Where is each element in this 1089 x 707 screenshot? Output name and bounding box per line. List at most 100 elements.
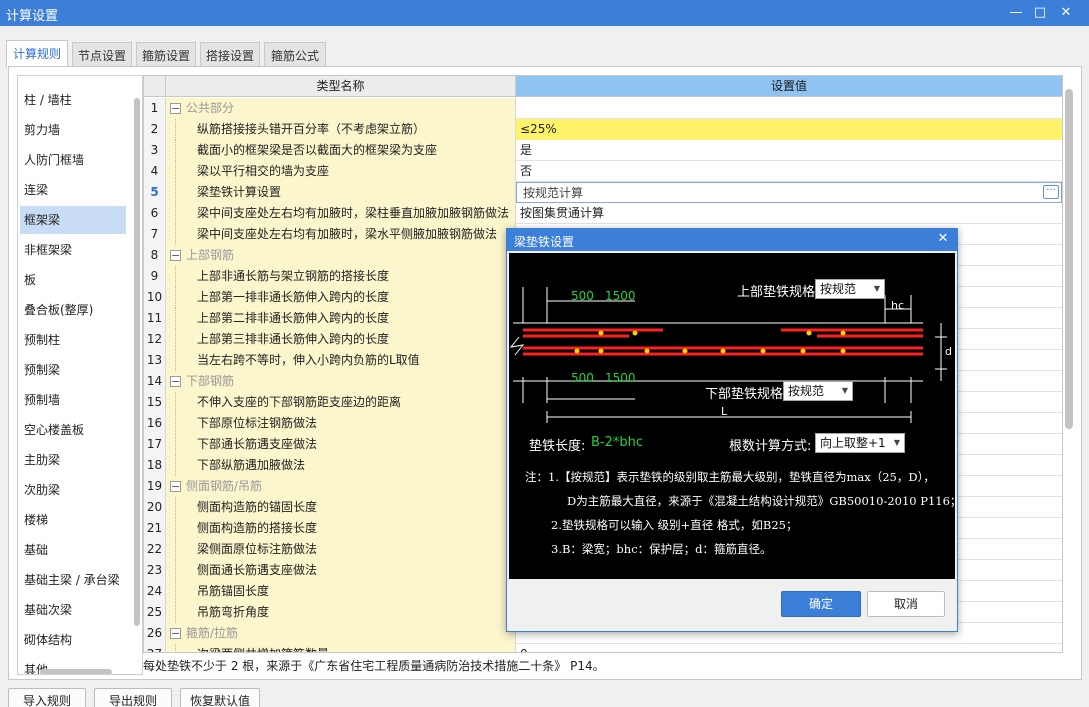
count-method-value: 向上取整+1 — [820, 436, 886, 450]
tab-lap-settings[interactable]: 搭接设置 — [200, 42, 260, 66]
restore-defaults-button[interactable]: 恢复默认值 — [180, 688, 260, 707]
note-line-2: D为主筋最大直径，来源于《混凝土结构设计规范》GB50010-2010 P116… — [567, 494, 955, 508]
list-item[interactable]: 柱 / 墙柱 — [20, 86, 126, 114]
list-item[interactable]: 基础 — [20, 536, 126, 564]
list-item[interactable]: 基础次梁 — [20, 596, 126, 624]
import-rules-button[interactable]: 导入规则 — [8, 688, 86, 707]
column-header-type-name[interactable]: 类型名称 — [166, 76, 516, 97]
left-break — [509, 336, 525, 356]
more-options-button[interactable]: ··· — [1043, 185, 1059, 199]
list-vertical-scrollbar[interactable] — [134, 98, 140, 626]
pad-dot — [598, 330, 604, 336]
setting-value: 按规范计算 — [523, 186, 584, 200]
type-name-label: 侧面构造筋的搭接长度 — [197, 521, 318, 535]
column-header-value[interactable]: 设置值 — [516, 76, 1062, 97]
tab-stirrup-formula[interactable]: 箍筋公式 — [264, 42, 326, 66]
ok-button[interactable]: 确定 — [781, 591, 861, 617]
top-spec-select[interactable]: 按规范 ▼ — [815, 279, 885, 299]
collapse-icon[interactable]: − — [170, 628, 181, 639]
component-list: 柱 / 墙柱 剪力墙 人防门框墙 连梁 框架梁 非框架梁 板 叠合板(整厚) 预… — [17, 75, 143, 675]
row-number: 22 — [144, 539, 166, 560]
tree-guide-line — [175, 224, 176, 245]
setting-value-cell[interactable]: 按规范计算 ··· — [516, 182, 1062, 203]
list-item[interactable]: 预制柱 — [20, 326, 126, 354]
table-row[interactable]: 4 梁以平行相交的墙为支座 否 — [144, 161, 1062, 182]
list-item[interactable]: 人防门框墙 — [20, 146, 126, 174]
table-row[interactable]: 27 次梁两侧共增加箍筋数量 0 — [144, 644, 1062, 652]
table-row[interactable]: 2 纵筋搭接接头错开百分率（不考虑架立筋） ≤25% — [144, 119, 1062, 140]
tree-guide-line — [175, 539, 176, 560]
type-name-label: 梁以平行相交的墙为支座 — [197, 164, 330, 178]
setting-value: 否 — [520, 164, 533, 178]
tree-guide-line — [175, 140, 176, 161]
tree-guide-line — [175, 287, 176, 308]
type-name-cell: 当左右跨不等时，伸入小跨内负筋的L取值 — [166, 350, 516, 371]
type-name-label: 纵筋搭接接头错开百分率（不考虑架立筋） — [197, 122, 426, 136]
type-name-cell: 梁以平行相交的墙为支座 — [166, 161, 516, 182]
grid-vertical-scrollbar[interactable] — [1065, 89, 1073, 429]
row-number: 20 — [144, 497, 166, 518]
list-item[interactable]: 空心楼盖板 — [20, 416, 126, 444]
table-row[interactable]: 3 截面小的框架梁是否以截面大的框架梁为支座 是 — [144, 140, 1062, 161]
table-group-row[interactable]: 1− 公共部分 — [144, 98, 1062, 119]
collapse-icon[interactable]: − — [170, 250, 181, 261]
tab-stirrup-settings[interactable]: 箍筋设置 — [136, 42, 196, 66]
note-line-1: 注：1.【按规范】表示垫铁的级别取主筋最大级别，垫铁直径为max（25，D）， — [525, 470, 935, 484]
list-item[interactable]: 连梁 — [20, 176, 126, 204]
tree-guide-line — [175, 203, 176, 224]
tree-guide-line — [175, 455, 176, 476]
maximize-button[interactable]: □ — [1030, 3, 1050, 23]
list-item[interactable]: 非框架梁 — [20, 236, 126, 264]
list-item[interactable]: 预制墙 — [20, 386, 126, 414]
close-button[interactable]: ✕ — [1056, 3, 1076, 23]
collapse-icon[interactable]: − — [170, 481, 181, 492]
setting-value-cell[interactable] — [516, 98, 1062, 119]
export-rules-button[interactable]: 导出规则 — [94, 688, 172, 707]
setting-hint: 每处垫铁不少于 2 根，来源于《广东省住宅工程质量通病防治技术措施二十条》 P1… — [143, 659, 605, 673]
type-name-label: 吊筋弯折角度 — [197, 605, 270, 619]
table-row[interactable]: 6 梁中间支座处左右均有加腋时，梁柱垂直加腋加腋钢筋做法 按图集贯通计算 — [144, 203, 1062, 224]
setting-value-cell[interactable]: 是 — [516, 140, 1062, 161]
setting-value-cell[interactable]: 否 — [516, 161, 1062, 182]
setting-value-cell[interactable]: 0 — [516, 644, 1062, 652]
pad-dot — [840, 330, 846, 336]
tree-guide-line — [175, 434, 176, 455]
list-item[interactable]: 楼梯 — [20, 506, 126, 534]
list-item[interactable]: 剪力墙 — [20, 116, 126, 144]
list-item[interactable]: 主肋梁 — [20, 446, 126, 474]
setting-value-cell[interactable]: ≤25% — [516, 119, 1062, 140]
list-item-selected[interactable]: 框架梁 — [20, 206, 126, 234]
collapse-icon[interactable]: − — [170, 103, 181, 114]
minimize-button[interactable]: — — [1006, 3, 1026, 23]
row-number: 24 — [144, 581, 166, 602]
type-name-cell: 侧面构造筋的搭接长度 — [166, 518, 516, 539]
type-name-label: 当左右跨不等时，伸入小跨内负筋的L取值 — [197, 353, 420, 367]
list-item[interactable]: 叠合板(整厚) — [20, 296, 126, 324]
setting-value-cell[interactable]: 按图集贯通计算 — [516, 203, 1062, 224]
list-item[interactable]: 板 — [20, 266, 126, 294]
count-method-select[interactable]: 向上取整+1 ▼ — [815, 433, 905, 453]
list-item[interactable]: 次肋梁 — [20, 476, 126, 504]
list-item[interactable]: 基础主梁 / 承台梁 — [20, 566, 126, 594]
collapse-icon[interactable]: − — [170, 376, 181, 387]
list-horizontal-scrollbar[interactable] — [40, 669, 112, 674]
bottom-spec-select[interactable]: 按规范 ▼ — [783, 381, 853, 401]
type-name-label: 上部第一排非通长筋伸入跨内的长度 — [197, 290, 390, 304]
cancel-button[interactable]: 取消 — [867, 591, 945, 617]
type-name-label: 下部纵筋遇加腋做法 — [197, 458, 306, 472]
tab-calc-rules[interactable]: 计算规则 — [6, 40, 68, 67]
table-row[interactable]: 5 梁垫铁计算设置 按规范计算 ··· — [144, 182, 1062, 203]
tree-guide-line — [175, 602, 176, 623]
row-number: 4 — [144, 161, 166, 182]
tree-guide-line — [175, 497, 176, 518]
list-item[interactable]: 预制梁 — [20, 356, 126, 384]
list-item[interactable]: 砌体结构 — [20, 626, 126, 654]
type-name-label: 次梁两侧共增加箍筋数量 — [197, 644, 329, 652]
setting-value: 是 — [520, 143, 533, 157]
tree-guide-line — [175, 329, 176, 350]
window-title: 计算设置 — [6, 9, 59, 24]
row-number: 10 — [144, 287, 166, 308]
dialog-close-icon[interactable]: ✕ — [935, 231, 951, 247]
type-name-label: 截面小的框架梁是否以截面大的框架梁为支座 — [197, 143, 438, 157]
tab-node-settings[interactable]: 节点设置 — [72, 42, 132, 66]
